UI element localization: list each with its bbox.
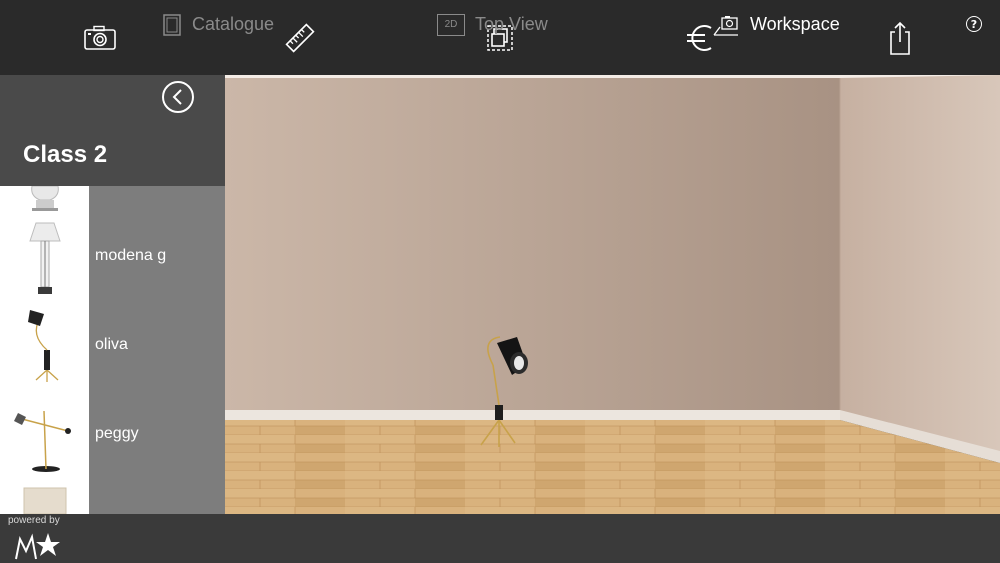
- list-item-label: peggy: [95, 424, 139, 442]
- product-list[interactable]: modena g oliva peggy: [0, 186, 225, 514]
- powered-by-text: powered by: [8, 515, 60, 526]
- tab-workspace[interactable]: Workspace: [712, 0, 840, 49]
- room-workspace[interactable]: [225, 75, 1000, 514]
- tab-catalogue[interactable]: Catalogue: [162, 0, 274, 49]
- list-item[interactable]: modena g: [0, 211, 225, 300]
- list-item-label: oliva: [95, 335, 128, 353]
- tab-top-view[interactable]: 2D Top View: [437, 0, 548, 49]
- product-thumbnail: [14, 410, 71, 472]
- product-thumbnail: [29, 222, 61, 294]
- back-button[interactable]: [162, 81, 194, 113]
- catalogue-icon: [163, 13, 181, 36]
- chevron-left-icon: [172, 89, 182, 105]
- list-item[interactable]: oliva: [0, 300, 225, 389]
- list-item[interactable]: peggy: [0, 389, 225, 478]
- list-item-label: modena g: [95, 246, 167, 264]
- share-icon[interactable]: [880, 18, 920, 58]
- 2d-icon: 2D: [437, 13, 465, 36]
- ruler-icon[interactable]: [280, 18, 320, 58]
- product-thumbnail: [28, 310, 59, 382]
- camera-icon[interactable]: [80, 18, 120, 58]
- help-icon[interactable]: ?: [966, 16, 982, 32]
- panel-title: Class 2: [23, 141, 108, 168]
- bottom-tab-bar: [0, 514, 1000, 563]
- product-thumbnail[interactable]: [0, 486, 89, 514]
- brand-logo: [15, 533, 60, 560]
- workspace-camera-icon: [713, 15, 738, 36]
